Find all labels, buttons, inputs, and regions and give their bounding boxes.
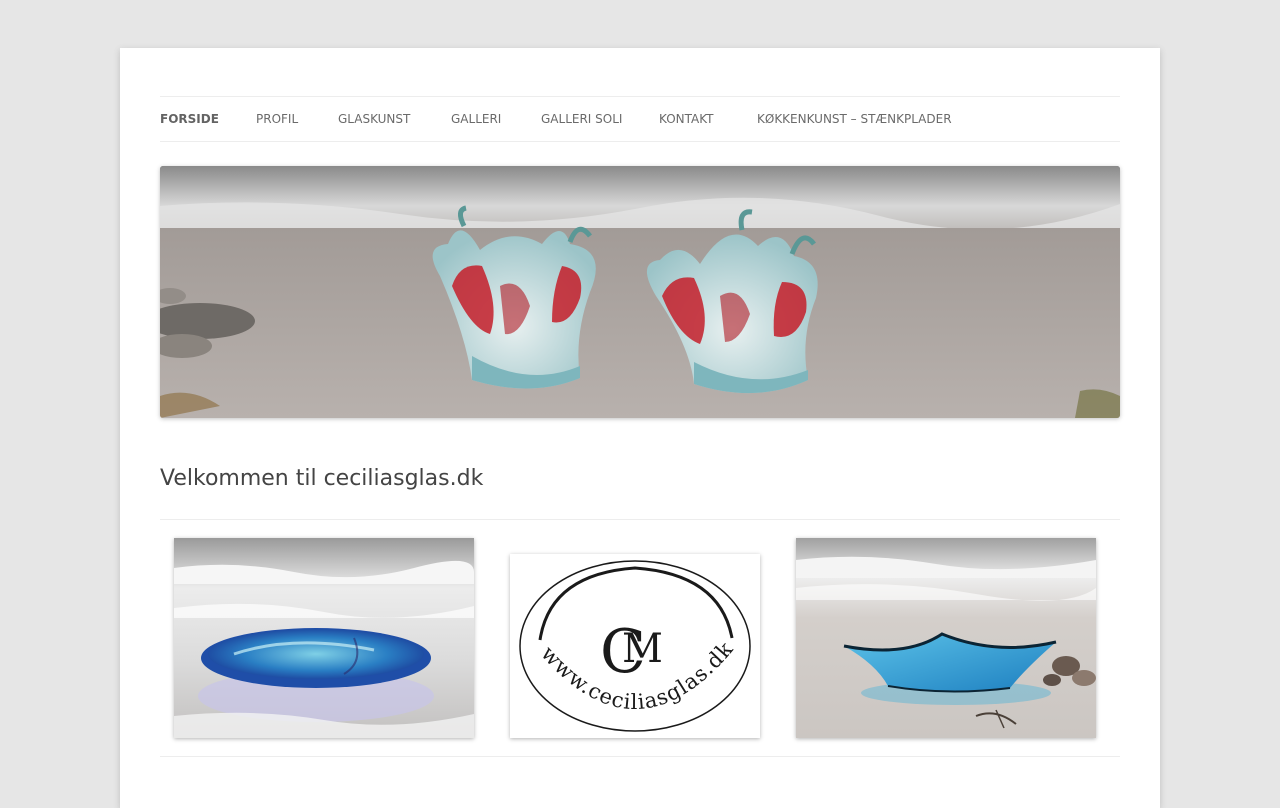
logo-initial-m: M bbox=[622, 626, 663, 672]
photo-blue-dish bbox=[796, 538, 1096, 738]
ceciliasglas-logo: C M www.ceciliasglas.dk bbox=[519, 560, 751, 732]
nav-item-galleri[interactable]: GALLERI bbox=[451, 97, 501, 141]
header-image bbox=[160, 166, 1120, 418]
nav-item-kontakt[interactable]: KONTAKT bbox=[659, 97, 714, 141]
title-divider bbox=[160, 519, 1120, 520]
header-photo-beach-vases bbox=[160, 166, 1120, 418]
gallery-divider bbox=[160, 756, 1120, 757]
nav-item-kokkenkunst[interactable]: KØKKENKUNST – STÆNKPLADER bbox=[757, 97, 952, 141]
nav-item-glaskunst[interactable]: GLASKUNST bbox=[338, 97, 410, 141]
gallery-thumb-logo[interactable]: C M www.ceciliasglas.dk bbox=[510, 554, 760, 738]
nav-item-galleri-soli[interactable]: GALLERI SOLI bbox=[541, 97, 622, 141]
nav-item-forside[interactable]: FORSIDE bbox=[160, 97, 219, 141]
photo-blue-plate bbox=[174, 538, 474, 738]
main-navigation: FORSIDE PROFIL GLASKUNST GALLERI GALLERI… bbox=[160, 96, 1120, 142]
gallery-thumb-blue-plate[interactable] bbox=[174, 538, 474, 738]
nav-item-profil[interactable]: PROFIL bbox=[256, 97, 298, 141]
page-container: FORSIDE PROFIL GLASKUNST GALLERI GALLERI… bbox=[120, 48, 1160, 808]
page-title: Velkommen til ceciliasglas.dk bbox=[160, 466, 484, 491]
gallery-thumb-blue-dish[interactable] bbox=[796, 538, 1096, 738]
